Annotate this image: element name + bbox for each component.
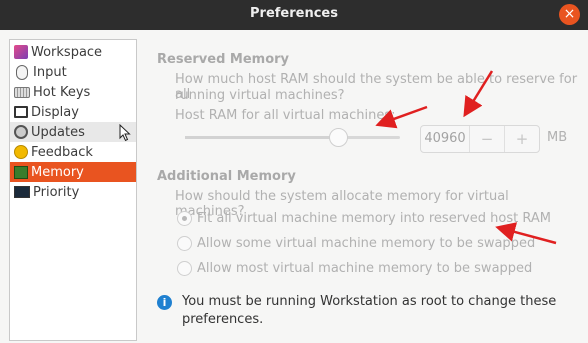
info-line1: You must be running Workstation as root … <box>182 294 557 309</box>
close-button[interactable]: × <box>559 4 580 25</box>
preferences-sidebar: Workspace Input Hot Keys Display Updates… <box>9 39 137 341</box>
radio-label: Allow most virtual machine memory to be … <box>197 261 533 276</box>
sidebar-item-display[interactable]: Display <box>10 102 136 122</box>
slider-label: Host RAM for all virtual machines: <box>175 108 396 123</box>
radio-button[interactable] <box>177 236 192 251</box>
reserved-question-line2: running virtual machines? <box>175 88 345 103</box>
sidebar-item-hot-keys[interactable]: Hot Keys <box>10 82 136 102</box>
monitor-icon <box>14 106 28 118</box>
radio-fit-all[interactable]: Fit all virtual machine memory into rese… <box>177 211 551 226</box>
reserved-memory-heading: Reserved Memory <box>157 52 290 67</box>
mouse-icon <box>16 64 28 80</box>
radio-button[interactable] <box>177 261 192 276</box>
keyboard-icon <box>14 86 30 98</box>
info-line2: preferences. <box>182 312 264 327</box>
mouse-pointer-icon <box>119 124 131 142</box>
memory-chip-icon <box>14 165 28 179</box>
close-icon: × <box>563 6 576 22</box>
sidebar-item-workspace[interactable]: Workspace <box>10 42 136 62</box>
window-title: Preferences <box>250 6 338 21</box>
sidebar-item-label: Display <box>31 104 79 120</box>
increment-button[interactable]: + <box>505 126 539 152</box>
sidebar-item-label: Hot Keys <box>33 84 91 100</box>
sidebar-item-updates[interactable]: Updates <box>10 122 136 142</box>
radio-label: Allow some virtual machine memory to be … <box>197 236 536 251</box>
info-message: You must be running Workstation as root … <box>182 293 562 329</box>
radio-button[interactable] <box>177 211 192 226</box>
priority-icon <box>14 186 30 198</box>
info-icon: i <box>157 295 172 310</box>
sidebar-item-memory[interactable]: Memory <box>10 162 136 182</box>
additional-memory-heading: Additional Memory <box>157 169 296 184</box>
unit-label: MB <box>547 130 568 145</box>
workspace-icon <box>14 45 28 59</box>
radio-label: Fit all virtual machine memory into rese… <box>197 211 551 226</box>
sidebar-item-label: Updates <box>31 124 85 140</box>
slider-fill <box>185 136 338 139</box>
host-ram-value[interactable]: 40960 <box>421 126 470 152</box>
sidebar-item-input[interactable]: Input <box>10 62 136 82</box>
host-ram-spinbox[interactable]: 40960 − + <box>420 125 540 153</box>
sidebar-item-label: Input <box>33 64 67 80</box>
slider-handle[interactable] <box>328 128 348 147</box>
decrement-button[interactable]: − <box>470 126 505 152</box>
radio-allow-most-swap[interactable]: Allow most virtual machine memory to be … <box>177 261 532 276</box>
smiley-icon <box>14 145 28 159</box>
sidebar-item-label: Priority <box>33 184 80 200</box>
memory-preferences-panel: Reserved Memory How much host RAM should… <box>150 40 580 340</box>
host-ram-slider[interactable] <box>185 128 400 147</box>
title-bar: Preferences × <box>0 0 588 30</box>
updates-icon <box>14 125 28 139</box>
sidebar-item-priority[interactable]: Priority <box>10 182 136 202</box>
sidebar-item-label: Feedback <box>31 144 93 160</box>
radio-allow-some-swap[interactable]: Allow some virtual machine memory to be … <box>177 236 535 251</box>
sidebar-item-label: Memory <box>31 164 84 180</box>
sidebar-item-feedback[interactable]: Feedback <box>10 142 136 162</box>
sidebar-item-label: Workspace <box>31 44 103 60</box>
